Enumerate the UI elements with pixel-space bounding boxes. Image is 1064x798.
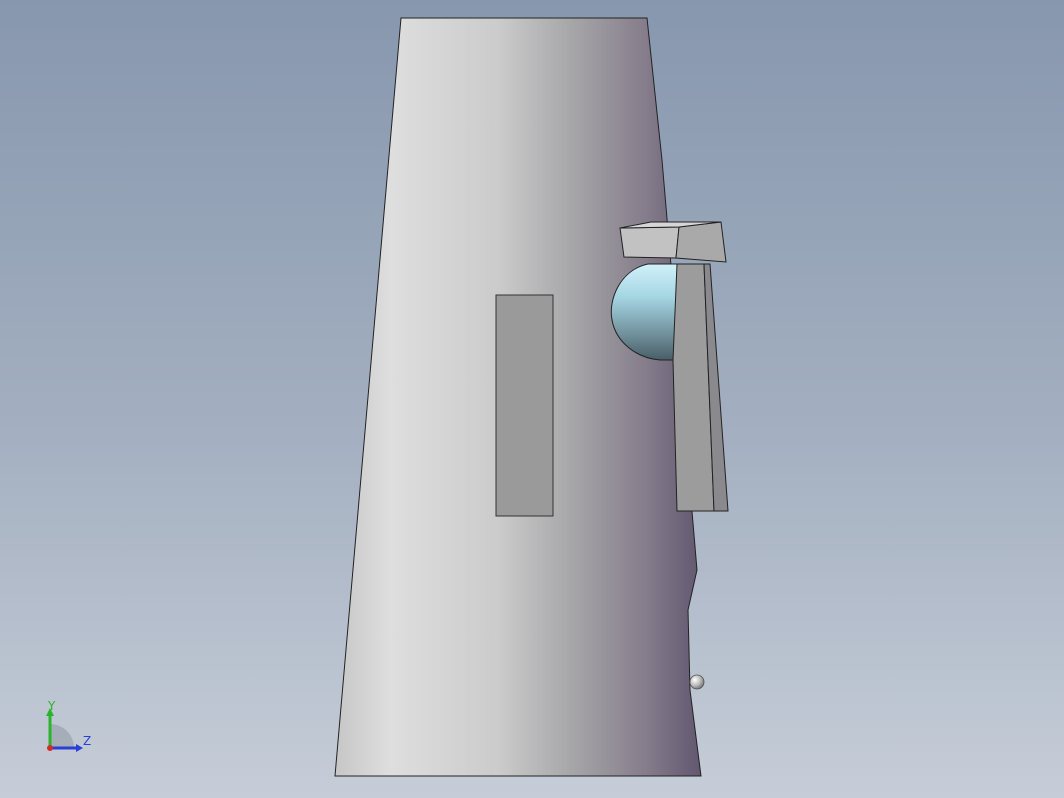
side-arm[interactable] bbox=[672, 263, 729, 512]
triad-graphic: Y Z bbox=[46, 699, 91, 752]
top-bracket[interactable] bbox=[619, 221, 727, 263]
orientation-triad[interactable]: Y Z bbox=[38, 698, 98, 758]
triad-z-label: Z bbox=[83, 734, 91, 748]
triad-z-arrow bbox=[76, 744, 83, 752]
model-view[interactable] bbox=[0, 0, 1064, 798]
triad-x-origin bbox=[47, 745, 53, 751]
triad-y-label: Y bbox=[47, 699, 56, 713]
triad-shaded-quadrant bbox=[50, 724, 74, 748]
small-knob[interactable] bbox=[689, 674, 705, 690]
graphics-viewport[interactable]: Y Z bbox=[0, 0, 1064, 798]
rectangular-cutout[interactable] bbox=[495, 294, 554, 517]
